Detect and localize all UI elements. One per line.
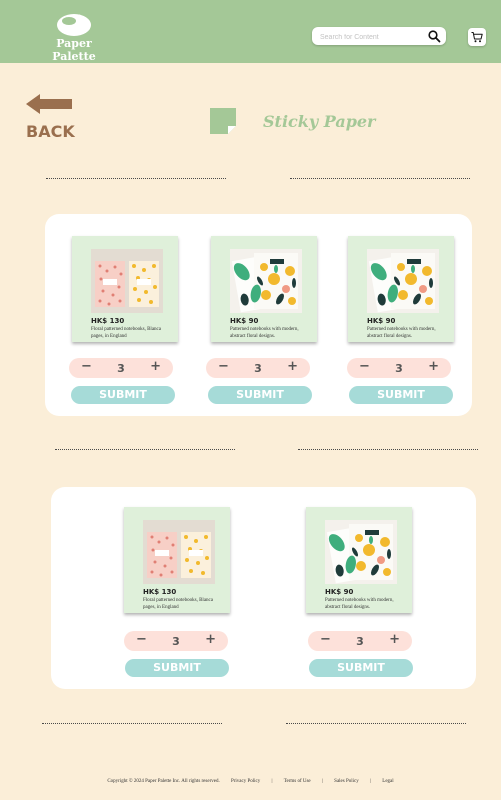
product-panel: HK$ 130 Floral patterned notebooks, Blan… — [45, 214, 472, 416]
product-card[interactable]: HK$ 130 Floral patterned notebooks, Blan… — [124, 507, 230, 613]
product-panel: HK$ 130 Floral patterned notebooks, Blan… — [51, 487, 476, 689]
footer-link-legal[interactable]: Legal — [382, 779, 393, 784]
sticky-note-icon — [210, 108, 236, 134]
product-price: HK$ 90 — [367, 317, 396, 325]
quantity-stepper: − 3 + — [347, 358, 451, 378]
product-description: Floral patterned notebooks, Blanca pages… — [143, 598, 213, 610]
increase-button[interactable]: + — [205, 632, 216, 647]
increase-button[interactable]: + — [150, 359, 161, 374]
page-title: Sticky Paper — [263, 112, 376, 131]
arrow-left-icon — [26, 94, 72, 114]
copyright-text: Copyright © 2024 Paper Palette Inc. All … — [107, 779, 220, 784]
top-bar: Paper Palette — [0, 0, 501, 63]
product-description: Floral patterned notebooks, Blanca pages… — [91, 327, 161, 339]
divider — [46, 178, 226, 179]
cart-button[interactable] — [468, 28, 486, 46]
product-card[interactable]: HK$ 90 Patterned notebooks with modern, … — [211, 236, 317, 342]
increase-button[interactable]: + — [287, 359, 298, 374]
logo-icon — [57, 14, 91, 36]
quantity-stepper: − 3 + — [308, 631, 412, 651]
back-label: BACK — [26, 122, 75, 141]
footer-link-privacy[interactable]: Privacy Policy — [231, 779, 260, 784]
product-image — [91, 249, 163, 313]
product-card[interactable]: HK$ 90 Patterned notebooks with modern, … — [348, 236, 454, 342]
product-card[interactable]: HK$ 130 Floral patterned notebooks, Blan… — [72, 236, 178, 342]
divider — [55, 449, 235, 450]
submit-button[interactable]: SUBMIT — [71, 386, 175, 404]
submit-button[interactable]: SUBMIT — [125, 659, 229, 677]
product-description: Patterned notebooks with modern, abstrac… — [367, 327, 436, 339]
logo[interactable]: Paper Palette — [36, 10, 112, 63]
product-price: HK$ 90 — [230, 317, 259, 325]
product-image — [325, 520, 397, 584]
footer-link-sales[interactable]: Sales Policy — [334, 779, 359, 784]
product-image — [143, 520, 215, 584]
logo-text: Paper Palette — [52, 37, 96, 63]
product-price: HK$ 130 — [143, 588, 177, 596]
product-price: HK$ 90 — [325, 588, 354, 596]
footer-separator: | — [370, 779, 372, 784]
divider — [290, 178, 470, 179]
footer-link-terms[interactable]: Terms of Use — [284, 779, 311, 784]
product-description: Patterned notebooks with modern, abstrac… — [230, 327, 299, 339]
search-input[interactable] — [318, 29, 422, 45]
product-description: Patterned notebooks with modern, abstrac… — [325, 598, 394, 610]
product-image — [367, 249, 439, 313]
product-card[interactable]: HK$ 90 Patterned notebooks with modern, … — [306, 507, 412, 613]
divider — [286, 723, 466, 724]
cart-icon — [471, 32, 483, 43]
increase-button[interactable]: + — [428, 359, 439, 374]
back-button[interactable]: BACK — [24, 90, 76, 142]
footer: Copyright © 2024 Paper Palette Inc. All … — [0, 779, 501, 784]
submit-button[interactable]: SUBMIT — [208, 386, 312, 404]
footer-separator: | — [271, 779, 273, 784]
product-price: HK$ 130 — [91, 317, 125, 325]
product-image — [230, 249, 302, 313]
increase-button[interactable]: + — [389, 632, 400, 647]
quantity-stepper: − 3 + — [69, 358, 173, 378]
submit-button[interactable]: SUBMIT — [349, 386, 453, 404]
quantity-stepper: − 3 + — [206, 358, 310, 378]
divider — [298, 449, 478, 450]
submit-button[interactable]: SUBMIT — [309, 659, 413, 677]
divider — [42, 723, 222, 724]
search-bar — [312, 27, 446, 45]
search-icon[interactable] — [427, 29, 441, 43]
footer-separator: | — [321, 779, 323, 784]
quantity-stepper: − 3 + — [124, 631, 228, 651]
